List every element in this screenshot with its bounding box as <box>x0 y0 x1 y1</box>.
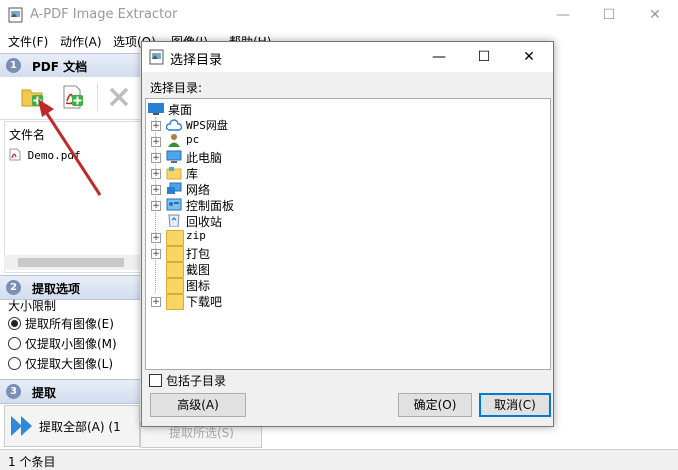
advanced-button[interactable]: 高级(A) <box>150 393 246 417</box>
recycle-bin-icon <box>168 214 180 227</box>
tree-node-pack[interactable]: + 打包 <box>146 245 546 262</box>
tree-node-this-pc[interactable]: + 此电脑 <box>146 149 546 165</box>
fast-forward-icon <box>11 416 32 436</box>
close-button[interactable]: ✕ <box>632 0 678 30</box>
select-directory-dialog: 选择目录 — ☐ ✕ 选择目录: 桌面 + WPS网盘 + pc + 此电脑 + <box>141 41 554 427</box>
expand-toggle[interactable]: + <box>151 121 161 131</box>
tree-node-label: 控制面板 <box>186 199 235 213</box>
ok-button[interactable]: 确定(O) <box>398 393 472 417</box>
expand-toggle[interactable]: + <box>151 137 161 147</box>
status-text: 1 个条目 <box>8 455 56 469</box>
tree-node-pc-user[interactable]: + pc <box>146 133 546 149</box>
pdf-file-icon <box>9 148 21 161</box>
tree-node-recycle-bin[interactable]: 回收站 <box>146 213 546 229</box>
checkbox[interactable] <box>149 374 162 387</box>
dialog-app-icon <box>149 49 164 65</box>
dialog-title-bar: 选择目录 — ☐ ✕ <box>142 42 553 72</box>
section-title: 提取选项 <box>32 282 81 296</box>
select-directory-label: 选择目录: <box>150 81 203 95</box>
radio-label: 仅提取大图像(L) <box>25 357 114 371</box>
menu-action[interactable]: 动作(A) <box>60 33 102 50</box>
user-icon <box>168 134 180 147</box>
folder-icon <box>166 294 184 310</box>
tree-node-library[interactable]: + 库 <box>146 165 546 181</box>
maximize-button[interactable]: ☐ <box>586 0 632 30</box>
tree-node-label: 库 <box>186 167 199 181</box>
expand-toggle[interactable]: + <box>151 233 161 243</box>
library-icon <box>166 167 182 180</box>
expand-toggle[interactable]: + <box>151 169 161 179</box>
dialog-close-button[interactable]: ✕ <box>507 42 551 72</box>
tree-node-zip[interactable]: + zip <box>146 229 546 246</box>
tree-node-label: 截图 <box>186 263 211 277</box>
tree-node-label: 桌面 <box>168 103 193 117</box>
dialog-title: 选择目录 <box>170 53 223 68</box>
control-panel-icon <box>166 198 182 211</box>
include-subdirs-checkbox[interactable]: 包括子目录 <box>149 372 226 389</box>
expand-toggle[interactable]: + <box>151 185 161 195</box>
tree-node-label: zip <box>186 229 206 242</box>
tree-node-downloads[interactable]: + 下载吧 <box>146 293 546 310</box>
network-icon <box>167 182 182 194</box>
step-number: 3 <box>6 384 21 399</box>
scrollbar-thumb[interactable] <box>18 258 124 267</box>
folder-icon <box>166 262 184 278</box>
folder-icon <box>166 246 184 262</box>
tree-node-network[interactable]: + 网络 <box>146 181 546 197</box>
dialog-minimize-button[interactable]: — <box>417 42 461 72</box>
tree-node-label: 图标 <box>186 279 211 293</box>
computer-icon <box>166 150 182 163</box>
app-title: A-PDF Image Extractor <box>30 7 178 22</box>
step-number: 1 <box>6 58 21 73</box>
radio-button[interactable] <box>8 317 21 330</box>
tree-node-screenshots[interactable]: 截图 <box>146 261 546 278</box>
tree-node-label: 下载吧 <box>186 295 223 309</box>
radio-extract-all[interactable]: 提取所有图像(E) <box>8 315 114 332</box>
extract-all-label: 提取全部(A) (1 <box>39 420 121 434</box>
folder-icon <box>166 278 184 294</box>
size-limit-label: 大小限制 <box>8 299 57 313</box>
expand-toggle[interactable]: + <box>151 201 161 211</box>
minimize-button[interactable]: — <box>540 0 586 30</box>
dialog-maximize-button[interactable]: ☐ <box>462 42 506 72</box>
tree-node-control-panel[interactable]: + 控制面板 <box>146 197 546 213</box>
cloud-icon <box>166 119 182 131</box>
section-title: PDF 文档 <box>32 60 88 74</box>
app-icon <box>8 7 23 23</box>
radio-button[interactable] <box>8 337 21 350</box>
expand-toggle[interactable]: + <box>151 297 161 307</box>
tree-node-label: 回收站 <box>186 215 223 229</box>
menu-file[interactable]: 文件(F) <box>8 33 48 50</box>
section-pdf-header[interactable]: 1 PDF 文档 <box>0 53 140 78</box>
expand-toggle[interactable]: + <box>151 249 161 259</box>
expand-toggle[interactable]: + <box>151 153 161 163</box>
tree-node-wps-cloud[interactable]: + WPS网盘 <box>146 117 546 133</box>
status-bar: 1 个条目 <box>0 449 678 470</box>
radio-button[interactable] <box>8 357 21 370</box>
directory-tree: 桌面 + WPS网盘 + pc + 此电脑 + 库 + 网络 + 控制面板 回收… <box>145 98 551 370</box>
tree-node-label: pc <box>186 133 200 146</box>
radio-label: 仅提取小图像(M) <box>25 337 117 351</box>
tree-node-label: 网络 <box>186 183 211 197</box>
horizontal-scrollbar[interactable] <box>4 255 140 270</box>
section-extract-header[interactable]: 3 提取 <box>0 379 140 404</box>
step-number: 2 <box>6 280 21 295</box>
tree-node-label: WPS网盘 <box>186 119 228 132</box>
folder-icon <box>166 230 184 246</box>
tree-node-desktop[interactable]: 桌面 <box>146 101 546 117</box>
section-title: 提取 <box>32 386 57 400</box>
checkbox-label: 包括子目录 <box>166 374 227 388</box>
radio-extract-small[interactable]: 仅提取小图像(M) <box>8 335 117 352</box>
tree-node-label: 此电脑 <box>186 151 223 165</box>
desktop-icon <box>148 103 164 115</box>
annotation-arrow-icon <box>38 99 102 196</box>
main-title-bar: A-PDF Image Extractor — ☐ ✕ <box>0 0 678 30</box>
radio-extract-large[interactable]: 仅提取大图像(L) <box>8 355 113 372</box>
extract-all-button[interactable]: 提取全部(A) (1 <box>4 405 140 447</box>
tree-node-label: 打包 <box>186 247 211 261</box>
cancel-button[interactable]: 取消(C) <box>479 393 551 417</box>
radio-label: 提取所有图像(E) <box>25 317 114 331</box>
tree-node-icons[interactable]: 图标 <box>146 277 546 294</box>
